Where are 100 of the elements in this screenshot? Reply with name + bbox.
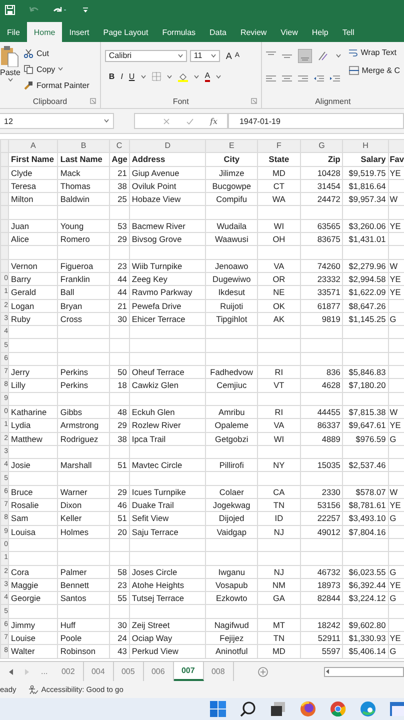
table-cell: 44 (109, 286, 130, 300)
table-cell: Saju Terrace (129, 525, 206, 538)
align-center-icon[interactable] (282, 74, 292, 82)
table-cell: AK (257, 312, 301, 326)
wrap-text-button[interactable]: Wrap Text (348, 48, 400, 57)
format-painter-button[interactable]: Format Painter (24, 81, 90, 90)
horizontal-scrollbar[interactable] (324, 666, 404, 676)
sheet-tab[interactable]: 007 (174, 662, 204, 681)
ribbon-tab[interactable]: Formulas (155, 22, 203, 42)
fill-color-icon[interactable] (178, 72, 188, 82)
table-cell: 18973 (300, 578, 343, 592)
save-icon[interactable] (5, 5, 15, 15)
table-cell: 52911 (300, 631, 343, 645)
task-view-icon[interactable] (270, 701, 286, 717)
borders-icon[interactable] (152, 72, 161, 81)
column-header[interactable]: B (58, 140, 110, 153)
more-sheets-button[interactable]: ... (41, 667, 48, 676)
column-header[interactable]: E (206, 140, 258, 153)
name-box[interactable]: 12 (0, 113, 114, 129)
align-right-icon[interactable] (298, 74, 308, 82)
table-cell: WA (257, 192, 301, 206)
cancel-icon[interactable] (163, 118, 170, 124)
font-name-dropdown[interactable]: Calibri (104, 50, 187, 62)
increase-indent-icon[interactable] (330, 74, 340, 82)
column-header[interactable]: F (257, 140, 301, 153)
edge-icon[interactable] (360, 701, 376, 717)
copy-icon (24, 64, 34, 74)
ribbon-tab[interactable]: Insert (62, 22, 96, 42)
orientation-icon[interactable] (318, 50, 330, 60)
table-cell: Louise (8, 631, 58, 645)
add-sheet-icon[interactable] (258, 666, 268, 676)
merge-center-button[interactable]: Merge & C (348, 66, 400, 75)
bottom-align-icon[interactable] (298, 48, 312, 62)
table-cell: $6,023.55 (342, 565, 388, 578)
ribbon-tab[interactable]: Help (304, 22, 336, 42)
ribbon-tab[interactable]: Data (202, 22, 234, 42)
table-cell: 2330 (300, 485, 343, 499)
table-cell: Hobaze View (129, 192, 206, 206)
calendar-icon[interactable] (390, 701, 404, 717)
italic-button[interactable]: I (120, 72, 123, 81)
dialog-launcher-icon[interactable] (90, 98, 96, 104)
table-cell: Huff (58, 618, 110, 632)
table-cell: 51 (109, 512, 130, 526)
column-header[interactable]: D (129, 140, 206, 153)
table-cell: $8,781.61 (342, 498, 388, 512)
ribbon-tab[interactable]: Review (233, 22, 274, 42)
accessibility-icon[interactable] (28, 685, 38, 694)
ribbon-tab[interactable]: View (274, 22, 305, 42)
firefox-icon[interactable] (300, 701, 316, 717)
cut-button[interactable]: Cut (24, 48, 90, 58)
ribbon-tab[interactable]: Tell (335, 22, 362, 42)
font-color-button[interactable]: A (204, 72, 210, 82)
scroll-left-icon[interactable] (9, 668, 13, 674)
font-size-dropdown[interactable]: 11 (190, 50, 220, 62)
dialog-launcher-icon[interactable] (250, 98, 257, 104)
insert-function-button[interactable]: fx (210, 116, 218, 126)
table-cell: Fejijez (206, 631, 258, 645)
table-cell: Ball (58, 286, 110, 300)
column-header[interactable]: G (300, 140, 343, 153)
bold-button[interactable]: B (108, 72, 115, 81)
paste-button[interactable]: Paste (0, 45, 20, 94)
underline-button[interactable]: U (128, 72, 135, 81)
checkmark-icon[interactable] (186, 118, 194, 124)
table-cell: Perkins (58, 366, 110, 379)
table-cell: 30 (109, 618, 130, 632)
table-cell: NJ (257, 565, 301, 578)
table-cell: Baldwin (58, 192, 110, 206)
table-cell: 46 (109, 498, 130, 512)
customize-icon[interactable] (83, 7, 88, 13)
table-cell: Sefit View (129, 512, 206, 526)
table-cell: $3,224.12 (342, 592, 388, 605)
table-cell: Romero (58, 232, 110, 246)
table-cell: Oviluk Point (129, 179, 206, 193)
decrease-indent-icon[interactable] (314, 74, 324, 82)
ribbon-tab[interactable]: Home (26, 22, 62, 42)
caret-icon (194, 74, 199, 78)
align-left-icon[interactable] (266, 74, 276, 82)
column-header[interactable]: A (8, 140, 58, 153)
table-cell: NY (257, 458, 301, 472)
table-cell: Bryan (58, 299, 110, 312)
column-header[interactable]: C (109, 140, 130, 153)
scroll-left-icon[interactable] (326, 669, 329, 674)
search-icon[interactable] (240, 701, 256, 717)
table-cell: 63565 (300, 219, 343, 233)
copy-button[interactable]: Copy (24, 64, 90, 74)
table-cell: Ipca Trail (129, 432, 206, 446)
formula-input[interactable]: 1947-01-19 (228, 113, 404, 129)
table-cell: Cora (8, 565, 58, 578)
ribbon-tab[interactable]: File (0, 22, 27, 42)
chrome-icon[interactable] (330, 701, 346, 717)
grow-font-button[interactable]: A (226, 50, 232, 60)
windows-start-icon[interactable] (210, 701, 226, 717)
table-cell: Vernon (8, 259, 58, 272)
column-header[interactable]: H (342, 140, 388, 153)
caret-icon (210, 54, 216, 58)
ribbon-tab[interactable]: Page Layout (96, 22, 156, 42)
table-cell: Amribu (206, 405, 258, 419)
table-cell: 22257 (300, 512, 343, 526)
table-cell: 24472 (300, 192, 343, 206)
table-cell: $2,537.46 (342, 458, 388, 472)
